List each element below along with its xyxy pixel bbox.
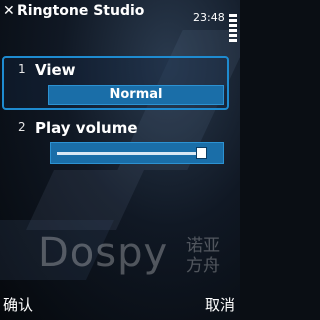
app-title: Ringtone Studio	[17, 3, 145, 19]
softkey-confirm[interactable]: 确认	[3, 294, 33, 315]
watermark-chinese: 诺亚方舟	[186, 236, 220, 276]
watermark-text: Dospy	[38, 230, 169, 276]
play-volume-slider[interactable]	[50, 142, 224, 164]
view-mode-value[interactable]: Normal	[48, 85, 224, 105]
softkey-cancel[interactable]: 取消	[205, 294, 235, 315]
slider-track	[57, 152, 207, 155]
setting-number: 1	[18, 62, 26, 76]
close-icon[interactable]: ✕	[3, 3, 15, 19]
setting-number: 2	[18, 120, 26, 134]
clock: 23:48	[193, 11, 225, 24]
screen: ✕ Ringtone Studio 23:48 1 View Normal 2 …	[0, 0, 240, 320]
setting-label-view: View	[35, 61, 76, 79]
title-bar: ✕ Ringtone Studio 23:48	[0, 0, 240, 42]
setting-label-play-volume: Play volume	[35, 119, 138, 137]
slider-thumb[interactable]	[195, 147, 207, 159]
battery-icon	[229, 14, 237, 48]
